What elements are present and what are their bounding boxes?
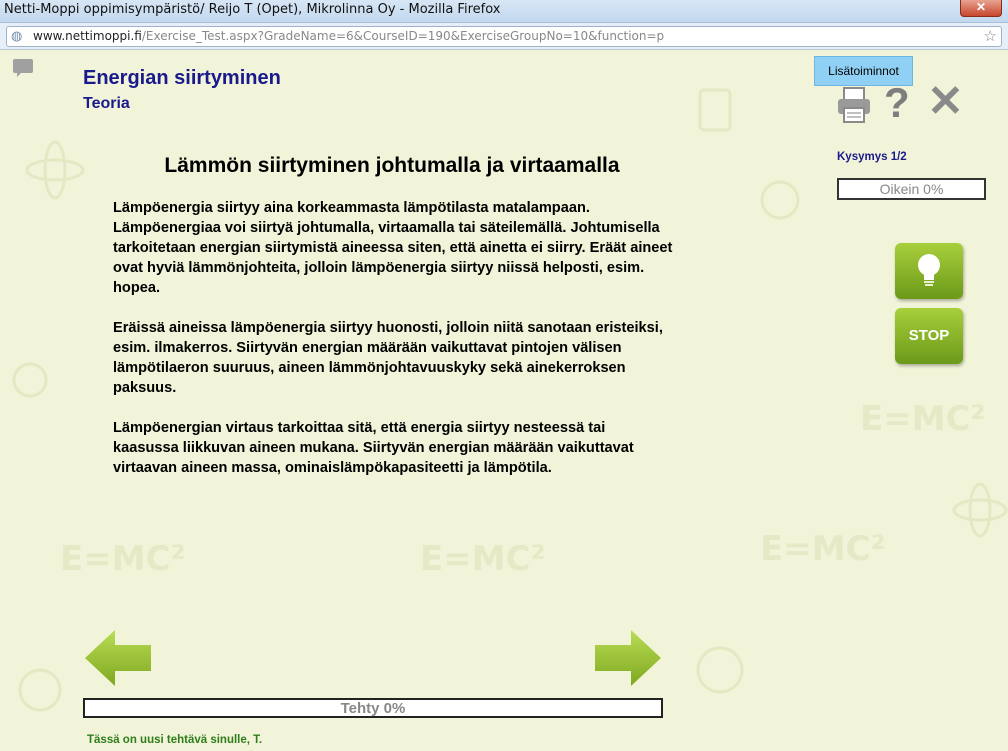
navigation-bar: ◍ www.nettimoppi.fi/Exercise_Test.aspx?G…	[0, 23, 1008, 50]
print-icon[interactable]	[836, 86, 872, 124]
svg-text:E=MC²: E=MC²	[860, 399, 985, 439]
arrow-right-icon[interactable]	[593, 628, 663, 688]
address-bar[interactable]: ◍ www.nettimoppi.fi/Exercise_Test.aspx?G…	[6, 26, 1002, 47]
question-counter: Kysymys 1/2	[837, 151, 907, 163]
window-titlebar: Netti-Moppi oppimisympäristö/ Reijo T (O…	[0, 0, 1008, 23]
window-title: Netti-Moppi oppimisympäristö/ Reijo T (O…	[4, 2, 501, 17]
globe-icon: ◍	[11, 28, 23, 43]
lesson-paragraph: Eräissä aineissa lämpöenergia siirtyy hu…	[113, 320, 663, 396]
stop-button[interactable]: STOP	[895, 308, 963, 364]
svg-text:E=MC²: E=MC²	[60, 539, 185, 579]
hint-button[interactable]	[895, 243, 963, 299]
svg-text:E=MC²: E=MC²	[760, 529, 885, 569]
done-percentage: Tehty 0%	[83, 698, 663, 718]
lesson-heading: Lämmön siirtyminen johtumalla ja virtaam…	[164, 154, 620, 177]
svg-text:E=MC²: E=MC²	[420, 539, 545, 579]
address-domain: www.nettimoppi.fi	[33, 29, 142, 43]
topic-subtitle: Teoria	[83, 95, 130, 112]
help-icon[interactable]: ?	[884, 80, 910, 126]
bookmark-star-icon[interactable]: ☆	[984, 27, 997, 45]
arrow-left-icon[interactable]	[83, 628, 153, 688]
footer-message: Tässä on uusi tehtävä sinulle, T.	[87, 734, 263, 746]
lightbulb-icon	[918, 254, 940, 286]
comment-icon[interactable]	[13, 59, 33, 77]
correct-percentage: Oikein 0%	[837, 178, 986, 200]
lesson-body: Lämpöenergia siirtyy aina korkeammasta l…	[113, 198, 673, 498]
exercise-page: E=MC² E=MC² E=MC² E=MC² Energian siirtym…	[0, 50, 1008, 751]
topic-title: Energian siirtyminen	[83, 67, 281, 89]
close-icon[interactable]: ✕	[927, 79, 964, 125]
lesson-paragraph: Lämpöenergian virtaus tarkoittaa sitä, e…	[113, 420, 634, 476]
window-close-button[interactable]: ✕	[960, 0, 1002, 17]
address-url: www.nettimoppi.fi/Exercise_Test.aspx?Gra…	[33, 29, 664, 43]
address-path: /Exercise_Test.aspx?GradeName=6&CourseID…	[141, 29, 665, 43]
lesson-paragraph: Lämpöenergia siirtyy aina korkeammasta l…	[113, 200, 673, 296]
